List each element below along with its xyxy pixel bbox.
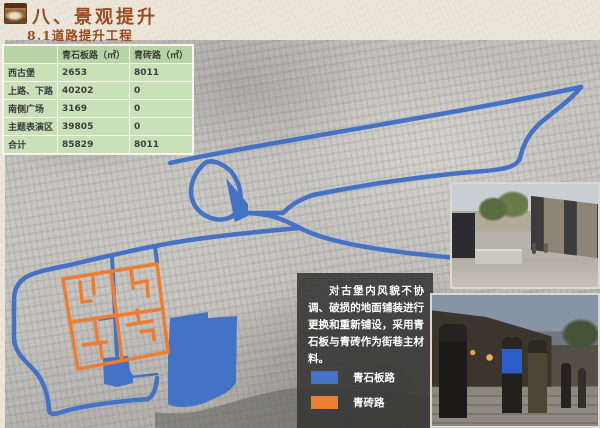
table-row: 西古堡 2653 8011 <box>4 64 192 81</box>
photo-trees <box>478 188 528 235</box>
legend-label: 青砖路 <box>353 395 385 410</box>
brick-value: 0 <box>130 82 192 99</box>
description-text: 对古堡内风貌不协调、破损的地面铺装进行更换和重新铺设，采用青石板与青砖作为街巷主… <box>297 273 433 368</box>
photo-trees <box>555 308 598 360</box>
photo-person-dress <box>528 340 546 413</box>
photo-pedestrian <box>561 363 571 408</box>
photo-pavement <box>452 258 598 287</box>
theme-plaza-fill <box>168 312 237 407</box>
road-area-table: 青石板路（㎡） 青砖路（㎡） 西古堡 2653 8011 上路、下路 40202… <box>3 45 193 154</box>
photo-pedestrian <box>532 243 536 254</box>
row-label: 西古堡 <box>4 64 57 81</box>
brick-value: 0 <box>130 118 192 135</box>
header-brick-road: 青砖路（㎡） <box>130 46 192 63</box>
brick-value: 8011 <box>130 136 192 153</box>
slide: 八、景观提升 8.1道路提升工程 青石板路（㎡） 青砖路（㎡） 西古堡 2653… <box>0 0 600 428</box>
page-subtitle: 8.1道路提升工程 <box>27 25 133 44</box>
row-label: 合计 <box>4 136 57 153</box>
header-empty <box>4 46 57 63</box>
photo-person-foreground <box>439 324 467 418</box>
photo-street-day <box>450 182 600 289</box>
stone-value: 3169 <box>58 100 129 117</box>
brick-road-swatch <box>311 396 338 409</box>
row-label: 主题表演区 <box>4 118 57 135</box>
legend-label: 青石板路 <box>353 370 395 385</box>
stone-value: 85829 <box>58 136 129 153</box>
photo-brick-building <box>531 196 598 258</box>
legend-item-stone-road: 青石板路 <box>311 370 395 385</box>
photo-person-blue-shirt <box>502 337 522 413</box>
table-row: 主题表演区 39805 0 <box>4 118 192 135</box>
description-panel: 对古堡内风貌不协调、破损的地面铺装进行更换和重新铺设，采用青石板与青砖作为街巷主… <box>297 273 433 428</box>
photo-pedestrian <box>544 243 548 253</box>
table-header-row: 青石板路（㎡） 青砖路（㎡） <box>4 46 192 63</box>
painting-stamp-icon <box>4 3 27 24</box>
row-label: 上路、下路 <box>4 82 57 99</box>
stone-value: 40202 <box>58 82 129 99</box>
photo-street-dusk <box>430 293 600 428</box>
header-stone-road: 青石板路（㎡） <box>58 46 129 63</box>
row-label: 南侧广场 <box>4 100 57 117</box>
photo-pedestrian <box>578 368 586 407</box>
table-row-total: 合计 85829 8011 <box>4 136 192 153</box>
stone-value: 39805 <box>58 118 129 135</box>
legend-item-brick-road: 青砖路 <box>311 395 385 410</box>
brick-value: 8011 <box>130 64 192 81</box>
table-row: 南侧广场 3169 0 <box>4 100 192 117</box>
stone-road-swatch <box>311 371 338 384</box>
stone-road-fills <box>103 178 248 407</box>
brick-value: 0 <box>130 100 192 117</box>
table-row: 上路、下路 40202 0 <box>4 82 192 99</box>
stone-value: 2653 <box>58 64 129 81</box>
photo-stone-planter <box>475 249 522 264</box>
